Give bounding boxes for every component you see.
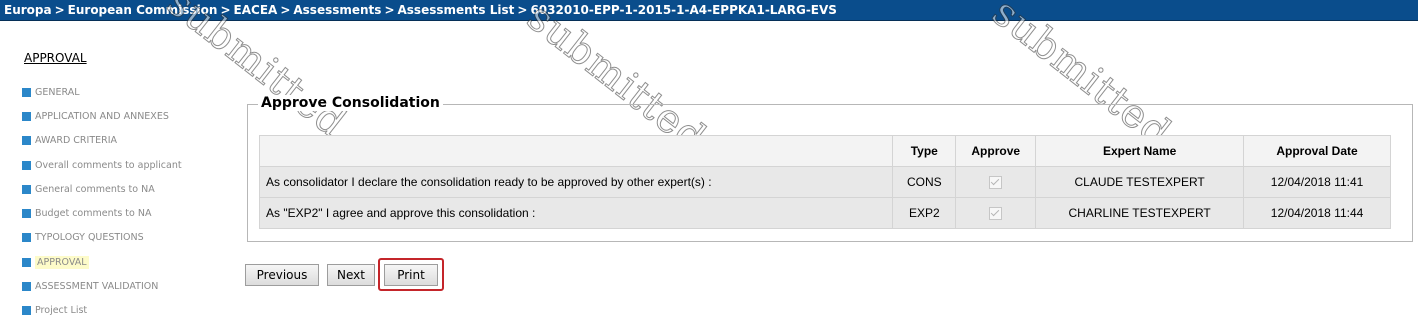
bullet-icon — [22, 160, 31, 170]
breadcrumb-separator: > — [54, 3, 65, 17]
sidebar-item-label: GENERAL — [35, 86, 80, 98]
column-header-approval-date: Approval Date — [1243, 135, 1391, 167]
approval-date-cell: 12/04/2018 11:41 — [1243, 166, 1391, 198]
breadcrumb-separator: > — [517, 3, 528, 17]
bullet-icon — [22, 111, 31, 121]
bullet-icon — [22, 209, 31, 219]
table-row: As consolidator I declare the consolidat… — [258, 166, 1391, 198]
sidebar-item-label: General comments to NA — [35, 183, 155, 195]
sidebar-item-label: Project List — [35, 305, 88, 317]
sidebar-item-project-list[interactable]: Project List — [22, 299, 212, 323]
sidebar-nav: GENERAL APPLICATION AND ANNEXES AWARD CR… — [22, 80, 212, 323]
expert-name-cell: CLAUDE TESTEXPERT — [1035, 166, 1245, 198]
sidebar-title[interactable]: APPROVAL — [24, 51, 87, 65]
sidebar-item-application-and-annexes[interactable]: APPLICATION AND ANNEXES — [22, 104, 212, 128]
breadcrumb-current-project: 6032010-EPP-1-2015-1-A4-EPPKA1-LARG-EVS — [530, 3, 837, 17]
breadcrumb-assessments[interactable]: Assessments — [293, 3, 381, 17]
statement-cell: As "EXP2" I agree and approve this conso… — [258, 197, 894, 229]
panel-title: Approve Consolidation — [258, 95, 443, 111]
sidebar-item-label: AWARD CRITERIA — [35, 135, 118, 147]
sidebar-item-assessment-validation[interactable]: ASSESSMENT VALIDATION — [22, 274, 212, 298]
sidebar-item-label: APPROVAL — [35, 255, 89, 269]
bullet-icon — [22, 136, 31, 146]
sidebar-item-typology-questions[interactable]: TYPOLOGY QUESTIONS — [22, 226, 212, 250]
approve-checkbox — [989, 207, 1003, 221]
column-header-statement — [258, 135, 894, 167]
column-header-approve: Approve — [955, 135, 1037, 167]
breadcrumb-separator: > — [280, 3, 291, 17]
type-cell: EXP2 — [892, 197, 957, 229]
column-header-expert-name: Expert Name — [1035, 135, 1245, 167]
sidebar-item-label: Overall comments to applicant — [35, 159, 182, 171]
sidebar-item-label: Budget comments to NA — [35, 208, 152, 220]
sidebar-item-label: TYPOLOGY QUESTIONS — [35, 232, 144, 244]
statement-cell: As consolidator I declare the consolidat… — [258, 166, 894, 198]
table-header-row: Type Approve Expert Name Approval Date — [258, 135, 1391, 167]
breadcrumb-separator: > — [384, 3, 395, 17]
bullet-icon — [22, 87, 31, 97]
sidebar-item-general-comments[interactable]: General comments to NA — [22, 177, 212, 201]
breadcrumb: Europa > European Commission > EACEA > A… — [0, 0, 1418, 21]
breadcrumb-eacea[interactable]: EACEA — [234, 3, 278, 17]
sidebar-item-approval[interactable]: APPROVAL — [22, 250, 110, 274]
sidebar-item-general[interactable]: GENERAL — [22, 80, 212, 104]
approve-checkbox — [989, 176, 1003, 190]
breadcrumb-separator: > — [220, 3, 231, 17]
approval-table: Type Approve Expert Name Approval Date A… — [258, 135, 1391, 229]
sidebar-item-budget-comments[interactable]: Budget comments to NA — [22, 201, 212, 225]
column-header-type: Type — [892, 135, 957, 167]
bullet-icon — [22, 282, 31, 292]
expert-name-cell: CHARLINE TESTEXPERT — [1035, 197, 1245, 229]
sidebar-item-label: APPLICATION AND ANNEXES — [35, 110, 169, 122]
sidebar-item-overall-comments[interactable]: Overall comments to applicant — [22, 153, 212, 177]
bullet-icon — [22, 184, 31, 194]
approve-cell — [955, 197, 1037, 229]
type-cell: CONS — [892, 166, 957, 198]
bullet-icon — [22, 306, 31, 316]
breadcrumb-europa[interactable]: Europa — [4, 3, 52, 17]
previous-button[interactable]: Previous — [245, 264, 319, 286]
next-button[interactable]: Next — [327, 264, 375, 286]
bullet-icon — [22, 233, 31, 243]
breadcrumb-european-commission[interactable]: European Commission — [68, 3, 218, 17]
print-button[interactable]: Print — [384, 264, 438, 286]
breadcrumb-assessments-list[interactable]: Assessments List — [398, 3, 515, 17]
bullet-icon — [22, 257, 31, 267]
sidebar-item-label: ASSESSMENT VALIDATION — [35, 281, 159, 293]
table-row: As "EXP2" I agree and approve this conso… — [258, 197, 1391, 229]
approve-cell — [955, 166, 1037, 198]
sidebar-item-award-criteria[interactable]: AWARD CRITERIA — [22, 129, 212, 153]
approval-date-cell: 12/04/2018 11:44 — [1243, 197, 1391, 229]
